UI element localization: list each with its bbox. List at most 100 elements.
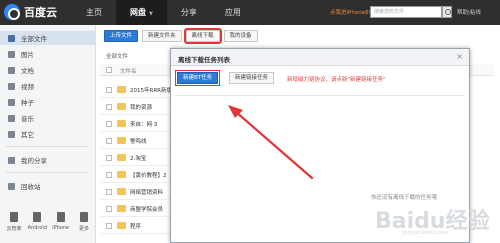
sidebar-item-trash[interactable]: 回收站 (0, 179, 96, 193)
row-checkbox[interactable] (106, 172, 112, 178)
sidebar-item-my-shares[interactable]: 我的分享 (0, 153, 96, 167)
new-folder-button[interactable]: 新建文件夹 (142, 30, 182, 42)
desktop-icon (10, 212, 18, 222)
top-bar: 百度云 主页 网盘 ▼ 分享 应用 点我进iPhone6! 搜索您的文件 帮助|粘… (0, 0, 500, 25)
offline-download-button[interactable]: 离线下载 (183, 28, 222, 44)
my-devices-button[interactable]: 我的设备 (223, 30, 258, 42)
nav-item-netdisk[interactable]: 网盘 ▼ (116, 0, 167, 25)
more-icon (79, 212, 88, 222)
device-iphone[interactable]: iPhone (51, 212, 71, 232)
device-label: Android (27, 225, 47, 231)
close-icon[interactable]: × (456, 52, 463, 61)
share-icon (8, 156, 15, 164)
table-row[interactable]: 来自：网 3 (100, 115, 178, 132)
trash-icon (8, 182, 15, 190)
table-row[interactable]: 程序 (100, 217, 178, 234)
folder-icon (117, 188, 126, 195)
document-icon (8, 66, 15, 74)
row-checkbox[interactable] (106, 206, 112, 212)
nav-item-apps[interactable]: 应用 (211, 0, 255, 25)
table-row[interactable]: 网络营销资料 (100, 183, 178, 200)
sidebar-item-label: 视频 (21, 83, 34, 91)
upload-button[interactable]: 上传文件 (104, 30, 139, 42)
empty-task-message: 你还没有离线下载的任务哦 (371, 195, 438, 201)
sidebar-item-label: 全部文件 (21, 35, 47, 43)
table-row[interactable]: 我的资源 (100, 98, 178, 115)
sidebar-item-other[interactable]: 其它 (0, 127, 96, 141)
logo-text: 百度云 (24, 6, 57, 19)
android-icon (33, 212, 42, 222)
sidebar-item-videos[interactable]: 视频 (0, 79, 96, 93)
table-row[interactable]: 2015年RRR新版 (100, 81, 178, 98)
folder-icon (117, 222, 126, 229)
sidebar-item-label: 文档 (21, 67, 34, 75)
cloud-logo-icon (4, 4, 20, 20)
device-label: 云管家 (6, 226, 22, 232)
sidebar-divider (6, 146, 88, 147)
sidebar-item-torrents[interactable]: 种子 (0, 95, 96, 109)
sidebar-item-documents[interactable]: 文档 (0, 63, 96, 77)
search-icon[interactable] (442, 6, 452, 18)
chevron-down-icon: ▼ (149, 11, 153, 17)
sidebar: 全部文件 图片 文档 视频 种子 音乐 其它 我的分享 回收站 云管家 Andr… (0, 25, 96, 243)
sidebar-item-label: 我的分享 (21, 157, 47, 165)
main-nav: 主页 网盘 ▼ 分享 应用 (72, 0, 255, 25)
task-list-header (175, 90, 465, 96)
dialog-titlebar[interactable]: 离线下载任务列表 × (171, 49, 469, 66)
sidebar-item-images[interactable]: 图片 (0, 47, 96, 61)
iphone-icon (56, 212, 65, 222)
promo-link[interactable]: 点我进iPhone6! (330, 8, 371, 16)
new-link-task-button[interactable]: 新建链接任务 (229, 72, 275, 84)
nav-item-label: 网盘 (130, 8, 146, 17)
new-bt-task-button[interactable]: 新建BT任务 (174, 70, 221, 86)
sidebar-item-all-files[interactable]: 全部文件 (0, 31, 96, 45)
sidebar-item-label: 其它 (21, 131, 34, 139)
folder-icon (117, 154, 126, 161)
row-checkbox[interactable] (106, 223, 112, 229)
help-link[interactable]: 帮助|粘线 (457, 8, 481, 16)
sidebar-item-label: 音乐 (21, 115, 34, 123)
image-icon (8, 50, 15, 58)
row-checkbox[interactable] (106, 87, 112, 93)
device-label: iPhone (52, 225, 70, 231)
device-desktop[interactable]: 云管家 (4, 212, 24, 232)
device-label: 更多 (78, 226, 89, 232)
table-row[interactable]: 2.淘宝 (100, 149, 178, 166)
device-links: 云管家 Android iPhone 更多 (4, 212, 94, 232)
folder-icon (8, 34, 15, 42)
music-icon (8, 114, 15, 122)
video-icon (8, 82, 15, 90)
torrent-icon (8, 98, 15, 106)
watermark-url: jingyan.baidu.com (402, 230, 449, 236)
sidebar-divider (6, 172, 88, 173)
table-row[interactable]: 警鸣线 (100, 132, 178, 149)
row-checkbox[interactable] (106, 121, 112, 127)
sidebar-item-music[interactable]: 音乐 (0, 111, 96, 125)
select-all-checkbox[interactable] (106, 67, 112, 73)
logo[interactable]: 百度云 (4, 4, 57, 20)
sidebar-item-label: 种子 (21, 99, 34, 107)
breadcrumb[interactable]: 全部文件 (106, 52, 128, 60)
device-more[interactable]: 更多 (74, 212, 94, 232)
nav-item-share[interactable]: 分享 (167, 0, 211, 25)
file-toolbar: 上传文件 新建文件夹 离线下载 我的设备 (104, 28, 262, 44)
row-checkbox[interactable] (106, 138, 112, 144)
row-checkbox[interactable] (106, 155, 112, 161)
column-header-filename[interactable]: 文件名 (120, 67, 137, 75)
table-row[interactable]: 商盟学院会员 (100, 200, 178, 217)
folder-icon (117, 103, 126, 110)
search-input[interactable]: 搜索您的文件 (370, 6, 442, 18)
other-icon (8, 130, 15, 138)
magnet-notice: 新增磁力链协议，请点新"新建链接任务" (287, 77, 386, 83)
folder-icon (117, 120, 126, 127)
folder-icon (117, 171, 126, 178)
row-checkbox[interactable] (106, 189, 112, 195)
sidebar-item-label: 图片 (21, 51, 34, 59)
device-android[interactable]: Android (27, 212, 47, 232)
dialog-title: 离线下载任务列表 (178, 56, 230, 64)
folder-icon (117, 86, 126, 93)
nav-item-home[interactable]: 主页 (72, 0, 116, 25)
sidebar-item-label: 回收站 (21, 183, 41, 191)
row-checkbox[interactable] (106, 104, 112, 110)
table-row[interactable]: 【黄价教程】2 (100, 166, 178, 183)
